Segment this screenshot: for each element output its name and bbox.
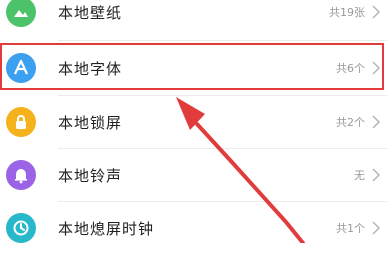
list-item-label: 本地铃声 [58, 166, 123, 185]
lock-icon [6, 107, 36, 137]
list-item-label: 本地熄屏时钟 [58, 219, 155, 238]
list-item-aod-clock[interactable]: 本地熄屏时钟 共1个 [0, 202, 387, 254]
chevron-right-icon [372, 5, 381, 19]
list-item-label: 本地锁屏 [58, 113, 123, 132]
image-icon [6, 0, 36, 27]
list-item-label: 本地壁纸 [58, 3, 123, 22]
clock-icon [6, 213, 36, 243]
list-item-count: 共2个 [336, 116, 365, 129]
list-item-count: 共1个 [336, 222, 365, 235]
list-item-count: 无 [354, 169, 365, 182]
list-item-lockscreen[interactable]: 本地锁屏 共2个 [0, 96, 387, 148]
divider [58, 40, 387, 41]
bell-icon [6, 160, 36, 190]
chevron-right-icon [372, 115, 381, 129]
list-item-count: 共19张 [329, 6, 365, 19]
chevron-right-icon [372, 221, 381, 235]
chevron-right-icon [372, 168, 381, 182]
highlight-box [0, 43, 384, 90]
list-item-wallpaper[interactable]: 本地壁纸 共19张 [0, 0, 387, 38]
local-resources-list: 本地壁纸 共19张 本地字体 共6个 本地锁屏 共2个 本地铃声 无 本地熄屏时… [0, 0, 387, 243]
list-item-ringtone[interactable]: 本地铃声 无 [0, 149, 387, 201]
